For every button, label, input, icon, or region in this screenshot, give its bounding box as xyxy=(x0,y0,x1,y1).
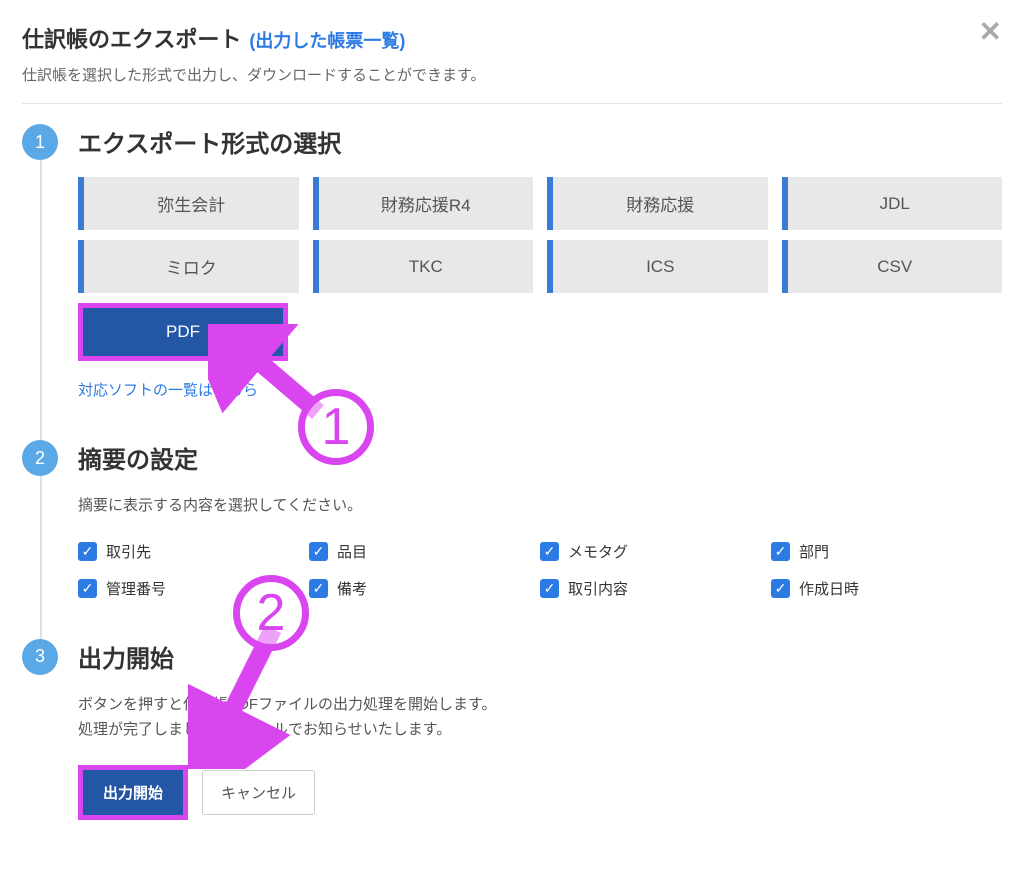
checkmark-icon: ✓ xyxy=(309,542,328,561)
output-list-link[interactable]: (出力した帳票一覧) xyxy=(249,27,405,53)
modal-title: 仕訳帳のエクスポート xyxy=(22,22,241,54)
checkmark-icon: ✓ xyxy=(540,542,559,561)
step-badge-3: 3 xyxy=(22,639,58,675)
annotation-highlight-submit: 出力開始 xyxy=(78,765,188,820)
step-2: 2 摘要の設定 摘要に表示する内容を選択してください。 ✓ 取引先 ✓ 品目 ✓ xyxy=(22,440,1002,639)
step-3-desc: ボタンを押すと仕訳帳PDFファイルの出力処理を開始します。 処理が完了しましたら… xyxy=(78,692,1002,743)
modal-subtitle: 仕訳帳を選択した形式で出力し、ダウンロードすることができます。 xyxy=(22,64,1002,85)
supported-software-link[interactable]: 対応ソフトの一覧はこちら xyxy=(78,379,1002,400)
checkbox-created-at[interactable]: ✓ 作成日時 xyxy=(771,578,1002,599)
step-1-title: エクスポート形式の選択 xyxy=(78,124,1002,159)
checkbox-partner[interactable]: ✓ 取引先 xyxy=(78,541,309,562)
annotation-highlight-pdf: PDF xyxy=(78,303,288,361)
format-tkc[interactable]: TKC xyxy=(313,240,534,293)
checkbox-department[interactable]: ✓ 部門 xyxy=(771,541,1002,562)
close-icon[interactable]: ✕ xyxy=(979,18,1002,46)
format-ics[interactable]: ICS xyxy=(547,240,768,293)
checkbox-grid: ✓ 取引先 ✓ 品目 ✓ メモタグ ✓ 部門 xyxy=(78,541,1002,599)
format-zaimu-r4[interactable]: 財務応援R4 xyxy=(313,177,534,230)
step-2-desc: 摘要に表示する内容を選択してください。 xyxy=(78,493,1002,519)
step-1: 1 エクスポート形式の選択 弥生会計 財務応援R4 財務応援 JDL ミロク T… xyxy=(22,124,1002,440)
checkmark-icon: ✓ xyxy=(540,579,559,598)
checkmark-icon: ✓ xyxy=(78,542,97,561)
modal-header: 仕訳帳のエクスポート (出力した帳票一覧) 仕訳帳を選択した形式で出力し、ダウン… xyxy=(22,22,1002,104)
submit-button[interactable]: 出力開始 xyxy=(83,770,183,815)
checkbox-management-no[interactable]: ✓ 管理番号 xyxy=(78,578,309,599)
format-jdl[interactable]: JDL xyxy=(782,177,1003,230)
checkbox-transaction[interactable]: ✓ 取引内容 xyxy=(540,578,771,599)
format-pdf[interactable]: PDF xyxy=(83,308,283,356)
checkmark-icon: ✓ xyxy=(771,542,790,561)
format-grid: 弥生会計 財務応援R4 財務応援 JDL ミロク TKC ICS CSV xyxy=(78,177,1002,293)
format-csv[interactable]: CSV xyxy=(782,240,1003,293)
checkmark-icon: ✓ xyxy=(78,579,97,598)
step-badge-1: 1 xyxy=(22,124,58,160)
checkmark-icon: ✓ xyxy=(771,579,790,598)
checkbox-memotag[interactable]: ✓ メモタグ xyxy=(540,541,771,562)
cancel-button[interactable]: キャンセル xyxy=(202,770,315,815)
steps-container: 1 エクスポート形式の選択 弥生会計 財務応援R4 財務応援 JDL ミロク T… xyxy=(22,104,1002,830)
step-2-title: 摘要の設定 xyxy=(78,440,1002,475)
step-badge-2: 2 xyxy=(22,440,58,476)
checkbox-remarks[interactable]: ✓ 備考 xyxy=(309,578,540,599)
checkbox-item[interactable]: ✓ 品目 xyxy=(309,541,540,562)
step-3-title: 出力開始 xyxy=(78,639,1002,674)
format-zaimu[interactable]: 財務応援 xyxy=(547,177,768,230)
checkmark-icon: ✓ xyxy=(309,579,328,598)
step-3: 3 出力開始 ボタンを押すと仕訳帳PDFファイルの出力処理を開始します。 処理が… xyxy=(22,639,1002,830)
format-miroku[interactable]: ミロク xyxy=(78,240,299,293)
format-yayoi[interactable]: 弥生会計 xyxy=(78,177,299,230)
export-modal: ✕ 仕訳帳のエクスポート (出力した帳票一覧) 仕訳帳を選択した形式で出力し、ダ… xyxy=(0,0,1024,870)
